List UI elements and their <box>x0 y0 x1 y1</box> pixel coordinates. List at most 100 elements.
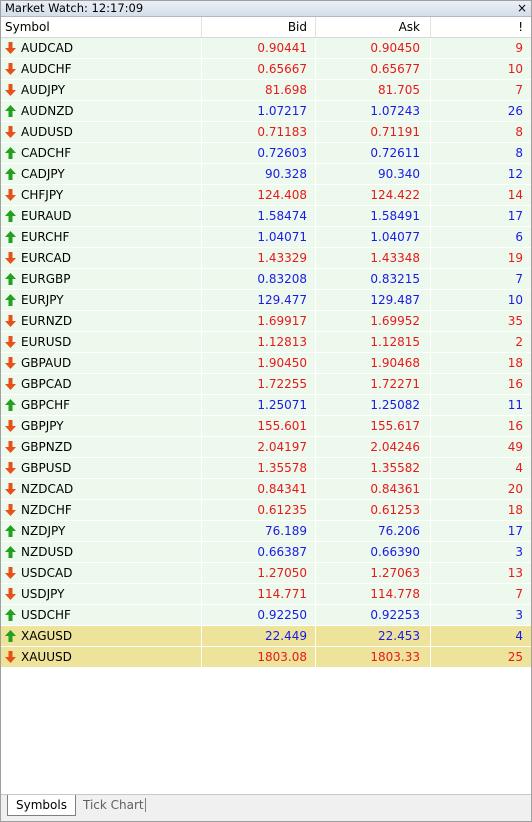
table-row[interactable]: EURUSD 1.12813 1.12815 2 <box>1 332 531 353</box>
spread-cell: 3 <box>515 545 523 559</box>
table-row[interactable]: EURCAD 1.43329 1.43348 19 <box>1 248 531 269</box>
close-icon[interactable]: × <box>516 1 528 16</box>
spread-cell: 16 <box>507 419 523 433</box>
arrow-up-icon <box>5 609 16 621</box>
tab-tick-chart[interactable]: Tick Chart <box>75 795 152 815</box>
table-row[interactable]: USDJPY 114.771 114.778 7 <box>1 584 531 605</box>
symbol-cell: XAUUSD <box>1 647 202 667</box>
symbol-cell: GBPJPY <box>1 416 202 436</box>
spread-cell: 25 <box>507 650 523 664</box>
spread-cell: 10 <box>507 293 523 307</box>
table-row[interactable]: CADJPY 90.328 90.340 12 <box>1 164 531 185</box>
bid-cell: 1.04071 <box>202 227 316 247</box>
bid-cell: 124.408 <box>202 185 316 205</box>
table-row[interactable]: EURNZD 1.69917 1.69952 35 <box>1 311 531 332</box>
bid-cell: 90.328 <box>202 164 316 184</box>
table-row[interactable]: CADCHF 0.72603 0.72611 8 <box>1 143 531 164</box>
table-row[interactable]: CHFJPY 124.408 124.422 14 <box>1 185 531 206</box>
arrow-down-icon <box>5 462 16 474</box>
table-row[interactable]: EURCHF 1.04071 1.04077 6 <box>1 227 531 248</box>
arrow-down-icon <box>5 651 16 663</box>
column-header-ask[interactable]: Ask <box>316 17 431 37</box>
arrow-up-icon <box>5 525 16 537</box>
symbol-name: NZDCAD <box>21 482 74 496</box>
table-row[interactable]: AUDJPY 81.698 81.705 7 <box>1 80 531 101</box>
table-row[interactable]: GBPUSD 1.35578 1.35582 4 <box>1 458 531 479</box>
table-row[interactable]: NZDCHF 0.61235 0.61253 18 <box>1 500 531 521</box>
arrow-up-icon <box>5 231 16 243</box>
symbol-name: XAUUSD <box>21 650 72 664</box>
column-header-spread[interactable]: ! <box>431 17 531 37</box>
symbol-name: EURCAD <box>21 251 71 265</box>
ask-cell: 129.487 <box>316 290 431 310</box>
symbol-name: EURJPY <box>21 293 64 307</box>
table-row[interactable]: USDCAD 1.27050 1.27063 13 <box>1 563 531 584</box>
table-row[interactable]: EURGBP 0.83208 0.83215 7 <box>1 269 531 290</box>
table-row[interactable]: AUDUSD 0.71183 0.71191 8 <box>1 122 531 143</box>
ask-cell: 0.61253 <box>316 500 431 520</box>
symbol-name: AUDNZD <box>21 104 74 118</box>
table-row[interactable]: GBPAUD 1.90450 1.90468 18 <box>1 353 531 374</box>
spread-cell: 11 <box>507 398 523 412</box>
window-title: Market Watch: 12:17:09 <box>5 1 144 15</box>
table-row[interactable]: AUDCAD 0.90441 0.90450 9 <box>1 38 531 59</box>
ask-cell: 90.340 <box>316 164 431 184</box>
symbol-name: GBPNZD <box>21 440 73 454</box>
ask-cell: 1.04077 <box>316 227 431 247</box>
column-header-symbol[interactable]: Symbol <box>1 17 202 37</box>
table-row[interactable]: NZDJPY 76.189 76.206 17 <box>1 521 531 542</box>
column-header-bid[interactable]: Bid <box>202 17 316 37</box>
arrow-down-icon <box>5 441 16 453</box>
spread-cell: 3 <box>515 608 523 622</box>
ask-cell: 0.90450 <box>316 38 431 58</box>
table-row[interactable]: GBPJPY 155.601 155.617 16 <box>1 416 531 437</box>
table-row[interactable]: GBPCAD 1.72255 1.72271 16 <box>1 374 531 395</box>
arrow-down-icon <box>5 189 16 201</box>
symbol-cell: EURJPY <box>1 290 202 310</box>
spread-cell: 4 <box>515 629 523 643</box>
bid-cell: 0.72603 <box>202 143 316 163</box>
symbol-name: NZDUSD <box>21 545 74 559</box>
symbol-cell: EURCAD <box>1 248 202 268</box>
table-row[interactable]: USDCHF 0.92250 0.92253 3 <box>1 605 531 626</box>
symbol-cell: NZDCHF <box>1 500 202 520</box>
spread-cell: 12 <box>507 167 523 181</box>
table-row[interactable]: XAUUSD 1803.08 1803.33 25 <box>1 647 531 668</box>
bid-cell: 0.61235 <box>202 500 316 520</box>
symbol-name: CADCHF <box>21 146 72 160</box>
ask-cell: 0.71191 <box>316 122 431 142</box>
spread-cell: 2 <box>515 335 523 349</box>
table-row[interactable]: AUDNZD 1.07217 1.07243 26 <box>1 101 531 122</box>
arrow-down-icon <box>5 357 16 369</box>
table-row[interactable]: GBPNZD 2.04197 2.04246 49 <box>1 437 531 458</box>
spread-cell: 18 <box>507 356 523 370</box>
arrow-down-icon <box>5 84 16 96</box>
spread-cell: 20 <box>507 482 523 496</box>
table-row[interactable]: GBPCHF 1.25071 1.25082 11 <box>1 395 531 416</box>
table-row[interactable]: AUDCHF 0.65667 0.65677 10 <box>1 59 531 80</box>
symbol-name: GBPUSD <box>21 461 72 475</box>
tab-symbols[interactable]: Symbols <box>7 795 76 816</box>
arrow-down-icon <box>5 126 16 138</box>
bid-cell: 155.601 <box>202 416 316 436</box>
spread-cell: 10 <box>507 62 523 76</box>
symbol-cell: EURNZD <box>1 311 202 331</box>
arrow-up-icon <box>5 147 16 159</box>
table-row[interactable]: XAGUSD 22.449 22.453 4 <box>1 626 531 647</box>
table-row[interactable]: EURJPY 129.477 129.487 10 <box>1 290 531 311</box>
table-row[interactable]: NZDUSD 0.66387 0.66390 3 <box>1 542 531 563</box>
symbol-cell: CHFJPY <box>1 185 202 205</box>
ask-cell: 0.92253 <box>316 605 431 625</box>
ask-cell: 1803.33 <box>316 647 431 667</box>
title-bar[interactable]: Market Watch: 12:17:09 × <box>1 1 531 17</box>
bid-cell: 0.65667 <box>202 59 316 79</box>
table-row[interactable]: NZDCAD 0.84341 0.84361 20 <box>1 479 531 500</box>
ask-cell: 1.07243 <box>316 101 431 121</box>
table-row[interactable]: EURAUD 1.58474 1.58491 17 <box>1 206 531 227</box>
arrow-up-icon <box>5 294 16 306</box>
ask-cell: 1.12815 <box>316 332 431 352</box>
symbol-cell: XAGUSD <box>1 626 202 646</box>
symbol-name: USDJPY <box>21 587 65 601</box>
symbol-cell: USDJPY <box>1 584 202 604</box>
symbol-cell: AUDNZD <box>1 101 202 121</box>
